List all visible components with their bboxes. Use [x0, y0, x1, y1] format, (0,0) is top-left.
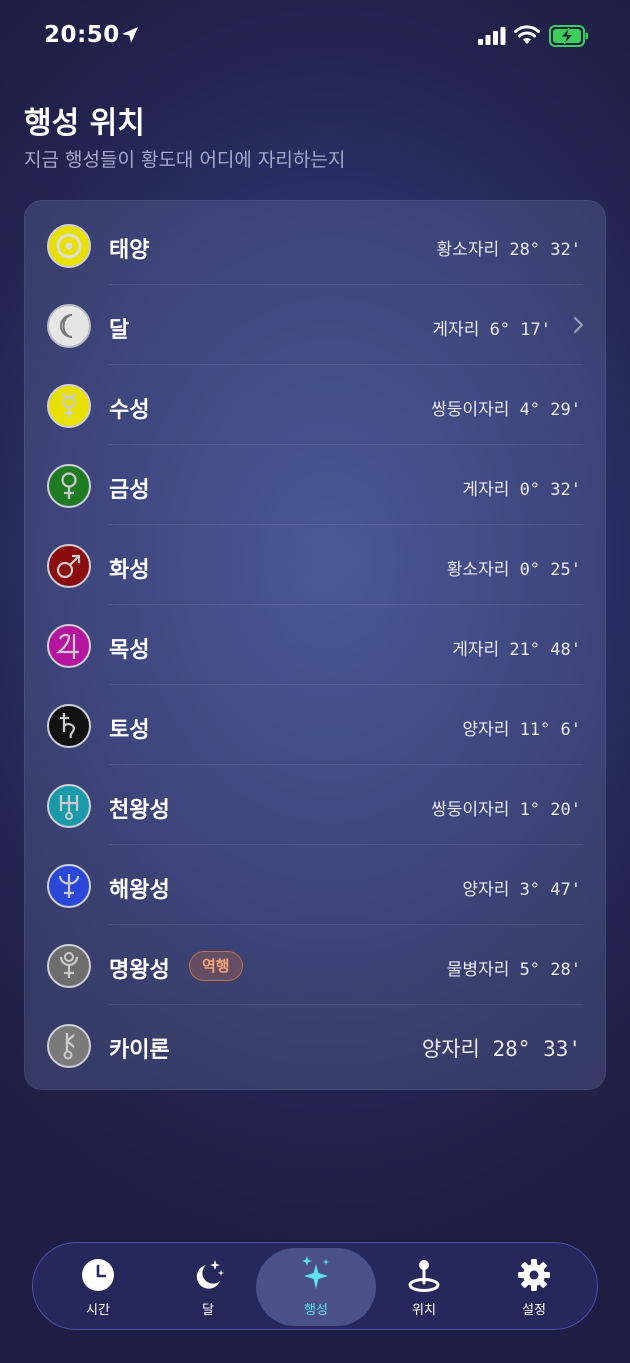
wifi-icon [514, 25, 540, 44]
planet-row-venus[interactable]: 금성 게자리 0° 32' [25, 445, 607, 525]
planet-name: 수성 [109, 398, 150, 423]
chiron-icon [47, 1024, 91, 1068]
gear-icon [518, 1259, 550, 1291]
planet-row-mercury[interactable]: 수성 쌍둥이자리 4° 29' [25, 365, 607, 445]
planet-row-pluto[interactable]: 명왕성 역행 물병자리 5° 28' [25, 925, 607, 1005]
tab-settings[interactable]: 설정 [479, 1243, 589, 1331]
tab-label: 달 [202, 1303, 214, 1318]
tab-bar: 시간 달 행성 위치 설정 [32, 1242, 598, 1330]
status-time: 20:50 [44, 22, 120, 48]
planet-row-neptune[interactable]: 해왕성 양자리 3° 47' [25, 845, 607, 925]
moon-icon [47, 304, 91, 348]
planet-position: 게자리 0° 32' [462, 480, 581, 500]
planet-position: 게자리 6° 17' [432, 320, 551, 340]
location-arrow-icon [122, 27, 138, 43]
planet-name: 목성 [109, 638, 150, 663]
cellular-signal-icon [478, 27, 506, 45]
planet-row-sun[interactable]: 태양 황소자리 28° 32' [25, 205, 607, 285]
planet-name: 토성 [109, 718, 150, 743]
tab-label: 설정 [522, 1303, 546, 1318]
pluto-icon [47, 944, 91, 988]
planet-row-saturn[interactable]: 토성 양자리 11° 6' [25, 685, 607, 765]
tab-planets[interactable]: 행성 [256, 1248, 376, 1326]
planet-row-uranus[interactable]: 천왕성 쌍둥이자리 1° 20' [25, 765, 607, 845]
planet-row-mars[interactable]: 화성 황소자리 0° 25' [25, 525, 607, 605]
clock-icon [82, 1259, 114, 1291]
page-title: 행성 위치 [24, 106, 145, 141]
planet-position: 게자리 21° 48' [452, 640, 581, 660]
tab-time[interactable]: 시간 [43, 1243, 153, 1331]
planet-position: 쌍둥이자리 4° 29' [431, 400, 581, 420]
sun-icon [47, 224, 91, 268]
venus-icon [47, 464, 91, 508]
planet-name: 태양 [109, 238, 150, 263]
battery-charging-icon [549, 25, 588, 47]
planet-name: 화성 [109, 558, 150, 583]
tab-location[interactable]: 위치 [369, 1243, 479, 1331]
planet-name: 해왕성 [109, 878, 170, 903]
page-subtitle: 지금 행성들이 황도대 어디에 자리하는지 [24, 149, 346, 171]
planet-row-moon[interactable]: 달 게자리 6° 17' [25, 285, 607, 365]
mars-icon [47, 544, 91, 588]
planet-row-chiron[interactable]: 카이론 양자리 28° 33' [25, 1005, 607, 1085]
uranus-icon [47, 784, 91, 828]
planet-position: 물병자리 5° 28' [446, 960, 581, 980]
tab-moon[interactable]: 달 [153, 1243, 263, 1331]
jupiter-icon [47, 624, 91, 668]
planet-name: 천왕성 [109, 798, 170, 823]
tab-label: 행성 [304, 1303, 328, 1318]
moon-stars-icon [196, 1260, 224, 1289]
planet-name: 카이론 [109, 1038, 170, 1063]
planet-list: 태양 황소자리 28° 32' 달 게자리 6° 17' 수성 쌍둥이자리 4°… [24, 200, 606, 1090]
tab-label: 시간 [86, 1303, 110, 1318]
location-pin-icon [408, 1260, 440, 1292]
planet-position: 황소자리 28° 32' [436, 240, 581, 260]
saturn-icon [47, 704, 91, 748]
retrograde-badge: 역행 [189, 951, 243, 981]
sparkles-icon [302, 1256, 329, 1289]
planet-position: 양자리 3° 47' [462, 880, 581, 900]
planet-position: 양자리 28° 33' [421, 1037, 581, 1061]
planet-position: 쌍둥이자리 1° 20' [431, 800, 581, 820]
planet-position: 양자리 11° 6' [462, 720, 581, 740]
planet-name: 달 [109, 318, 130, 343]
planet-row-jupiter[interactable]: 목성 게자리 21° 48' [25, 605, 607, 685]
tab-label: 위치 [412, 1303, 436, 1318]
planet-position: 황소자리 0° 25' [446, 560, 581, 580]
planet-name: 명왕성 [109, 958, 170, 983]
status-bar: 20:50 [0, 0, 630, 70]
chevron-right-icon [573, 316, 584, 334]
planet-name: 금성 [109, 478, 150, 503]
mercury-icon [47, 384, 91, 428]
neptune-icon [47, 864, 91, 908]
